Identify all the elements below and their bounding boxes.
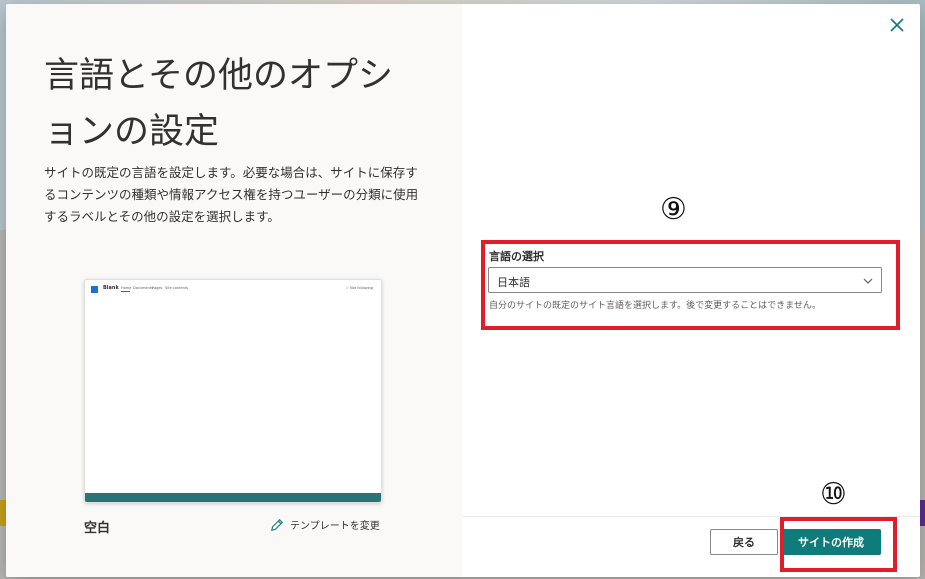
dialog-title: 言語とその他のオプションの設定: [44, 56, 393, 152]
template-preview: Blank Home Documents Pages Site contents…: [84, 279, 382, 503]
preview-site-title: Blank: [103, 285, 119, 291]
preview-nav-item: Documents: [133, 286, 153, 290]
language-label: 言語の選択: [489, 250, 544, 263]
preview-nav-item: Site contents: [165, 286, 189, 290]
language-selected-value: 日本語: [497, 276, 530, 289]
back-button[interactable]: 戻る: [710, 529, 778, 555]
highlight-create-button: [780, 517, 897, 572]
language-dropdown[interactable]: 日本語: [488, 267, 882, 293]
chevron-down-icon: [863, 278, 873, 284]
change-template-label: テンプレートを変更: [290, 521, 380, 532]
preview-nav-item: Home: [121, 286, 132, 290]
close-icon: [890, 18, 904, 32]
left-pane: 言語とその他のオプションの設定 サイトの既定の言語を設定します。必要な場合は、サ…: [6, 4, 462, 577]
preview-logo: [91, 286, 98, 293]
language-help-text: 自分のサイトの既定のサイト言語を選択します。後で変更することはできません。: [489, 301, 821, 311]
preview-follow: ☆ Not following: [345, 286, 373, 290]
annotation-step-9: ⑨: [660, 192, 687, 227]
pencil-icon: [270, 518, 284, 531]
preview-nav-item: Pages: [152, 286, 163, 290]
preview-nav-underline: [121, 291, 130, 292]
preview-theme-bar: [85, 493, 381, 502]
change-template-link[interactable]: テンプレートを変更: [270, 517, 380, 532]
dialog-description: サイトの既定の言語を設定します。必要な場合は、サイトに保存するコンテンツの種類や…: [44, 165, 419, 224]
template-name: 空白: [84, 521, 111, 536]
annotation-step-10: ⑩: [820, 477, 847, 512]
close-button[interactable]: [888, 16, 906, 34]
